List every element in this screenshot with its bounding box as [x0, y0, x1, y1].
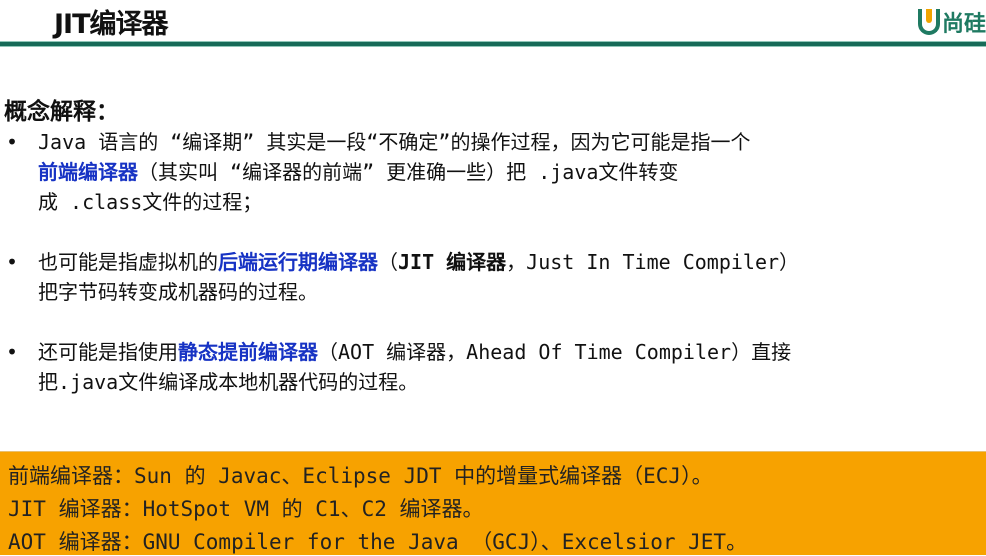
bullet-line: 也可能是指虚拟机的后端运行期编译器（JIT 编译器，Just In Time C… — [38, 247, 799, 277]
bullet-line: 把字节码转变成机器码的过程。 — [38, 277, 799, 307]
summary-line: 前端编译器：Sun 的 Javac、Eclipse JDT 中的增量式编译器（E… — [8, 464, 713, 488]
bullet-line: 成 .class文件的过程； — [38, 187, 750, 217]
bullet-line: 还可能是指使用静态提前编译器（AOT 编译器，Ahead Of Time Com… — [38, 337, 791, 367]
text-segment: 把字节码转变成机器码的过程。 — [38, 280, 318, 304]
header-divider — [0, 41, 986, 47]
text-segment: JIT 编译器 — [398, 250, 507, 274]
section-title: 概念解释： — [4, 98, 119, 125]
highlighted-term: 后端运行期编译器 — [218, 250, 378, 274]
text-segment: 把.java文件编译成本地机器代码的过程。 — [38, 370, 419, 394]
bullet-dot: • — [6, 130, 19, 154]
slide-title: JIT编译器 — [54, 9, 169, 40]
bullet-line: Java 语言的 “编译期” 其实是一段“不确定”的操作过程，因为它可能是指一个 — [38, 127, 750, 157]
bullet-line: 前端编译器（其实叫 “编译器的前端” 更准确一些）把 .java文件转变 — [38, 157, 750, 187]
text-segment: （其实叫 “编译器的前端” 更准确一些）把 .java文件转变 — [138, 160, 679, 184]
text-segment: Java 语言的 “编译期” 其实是一段“不确定”的操作过程，因为它可能是指一个 — [38, 130, 751, 154]
text-segment: 也可能是指虚拟机的 — [38, 250, 218, 274]
logo: 尚硅 — [917, 6, 986, 38]
logo-text: 尚硅 — [941, 12, 986, 37]
text-segment: 成 .class文件的过程； — [38, 190, 263, 214]
bullet-line: 把.java文件编译成本地机器代码的过程。 — [38, 367, 791, 397]
bullet-dot: • — [6, 250, 19, 274]
text-segment: （ — [378, 250, 398, 274]
text-segment: 还可能是指使用 — [38, 340, 178, 364]
highlighted-term: 前端编译器 — [38, 160, 138, 184]
bullet-item: • Java 语言的 “编译期” 其实是一段“不确定”的操作过程，因为它可能是指一… — [6, 127, 750, 217]
summary-box: 前端编译器：Sun 的 Javac、Eclipse JDT 中的增量式编译器（E… — [0, 451, 986, 555]
bullet-item: • 还可能是指使用静态提前编译器（AOT 编译器，Ahead Of Time Co… — [6, 337, 791, 397]
bullet-item: • 也可能是指虚拟机的后端运行期编译器（JIT 编译器，Just In Time … — [6, 247, 799, 307]
logo-icon — [917, 9, 940, 35]
text-segment: ，Just In Time Compiler） — [506, 250, 800, 274]
summary-line: JIT 编译器：HotSpot VM 的 C1、C2 编译器。 — [8, 497, 484, 521]
text-segment: （AOT 编译器，Ahead Of Time Compiler）直接 — [318, 340, 792, 364]
summary-line: AOT 编译器：GNU Compiler for the Java （GCJ）、… — [8, 530, 748, 554]
bullet-dot: • — [6, 340, 19, 364]
highlighted-term: 静态提前编译器 — [178, 340, 318, 364]
